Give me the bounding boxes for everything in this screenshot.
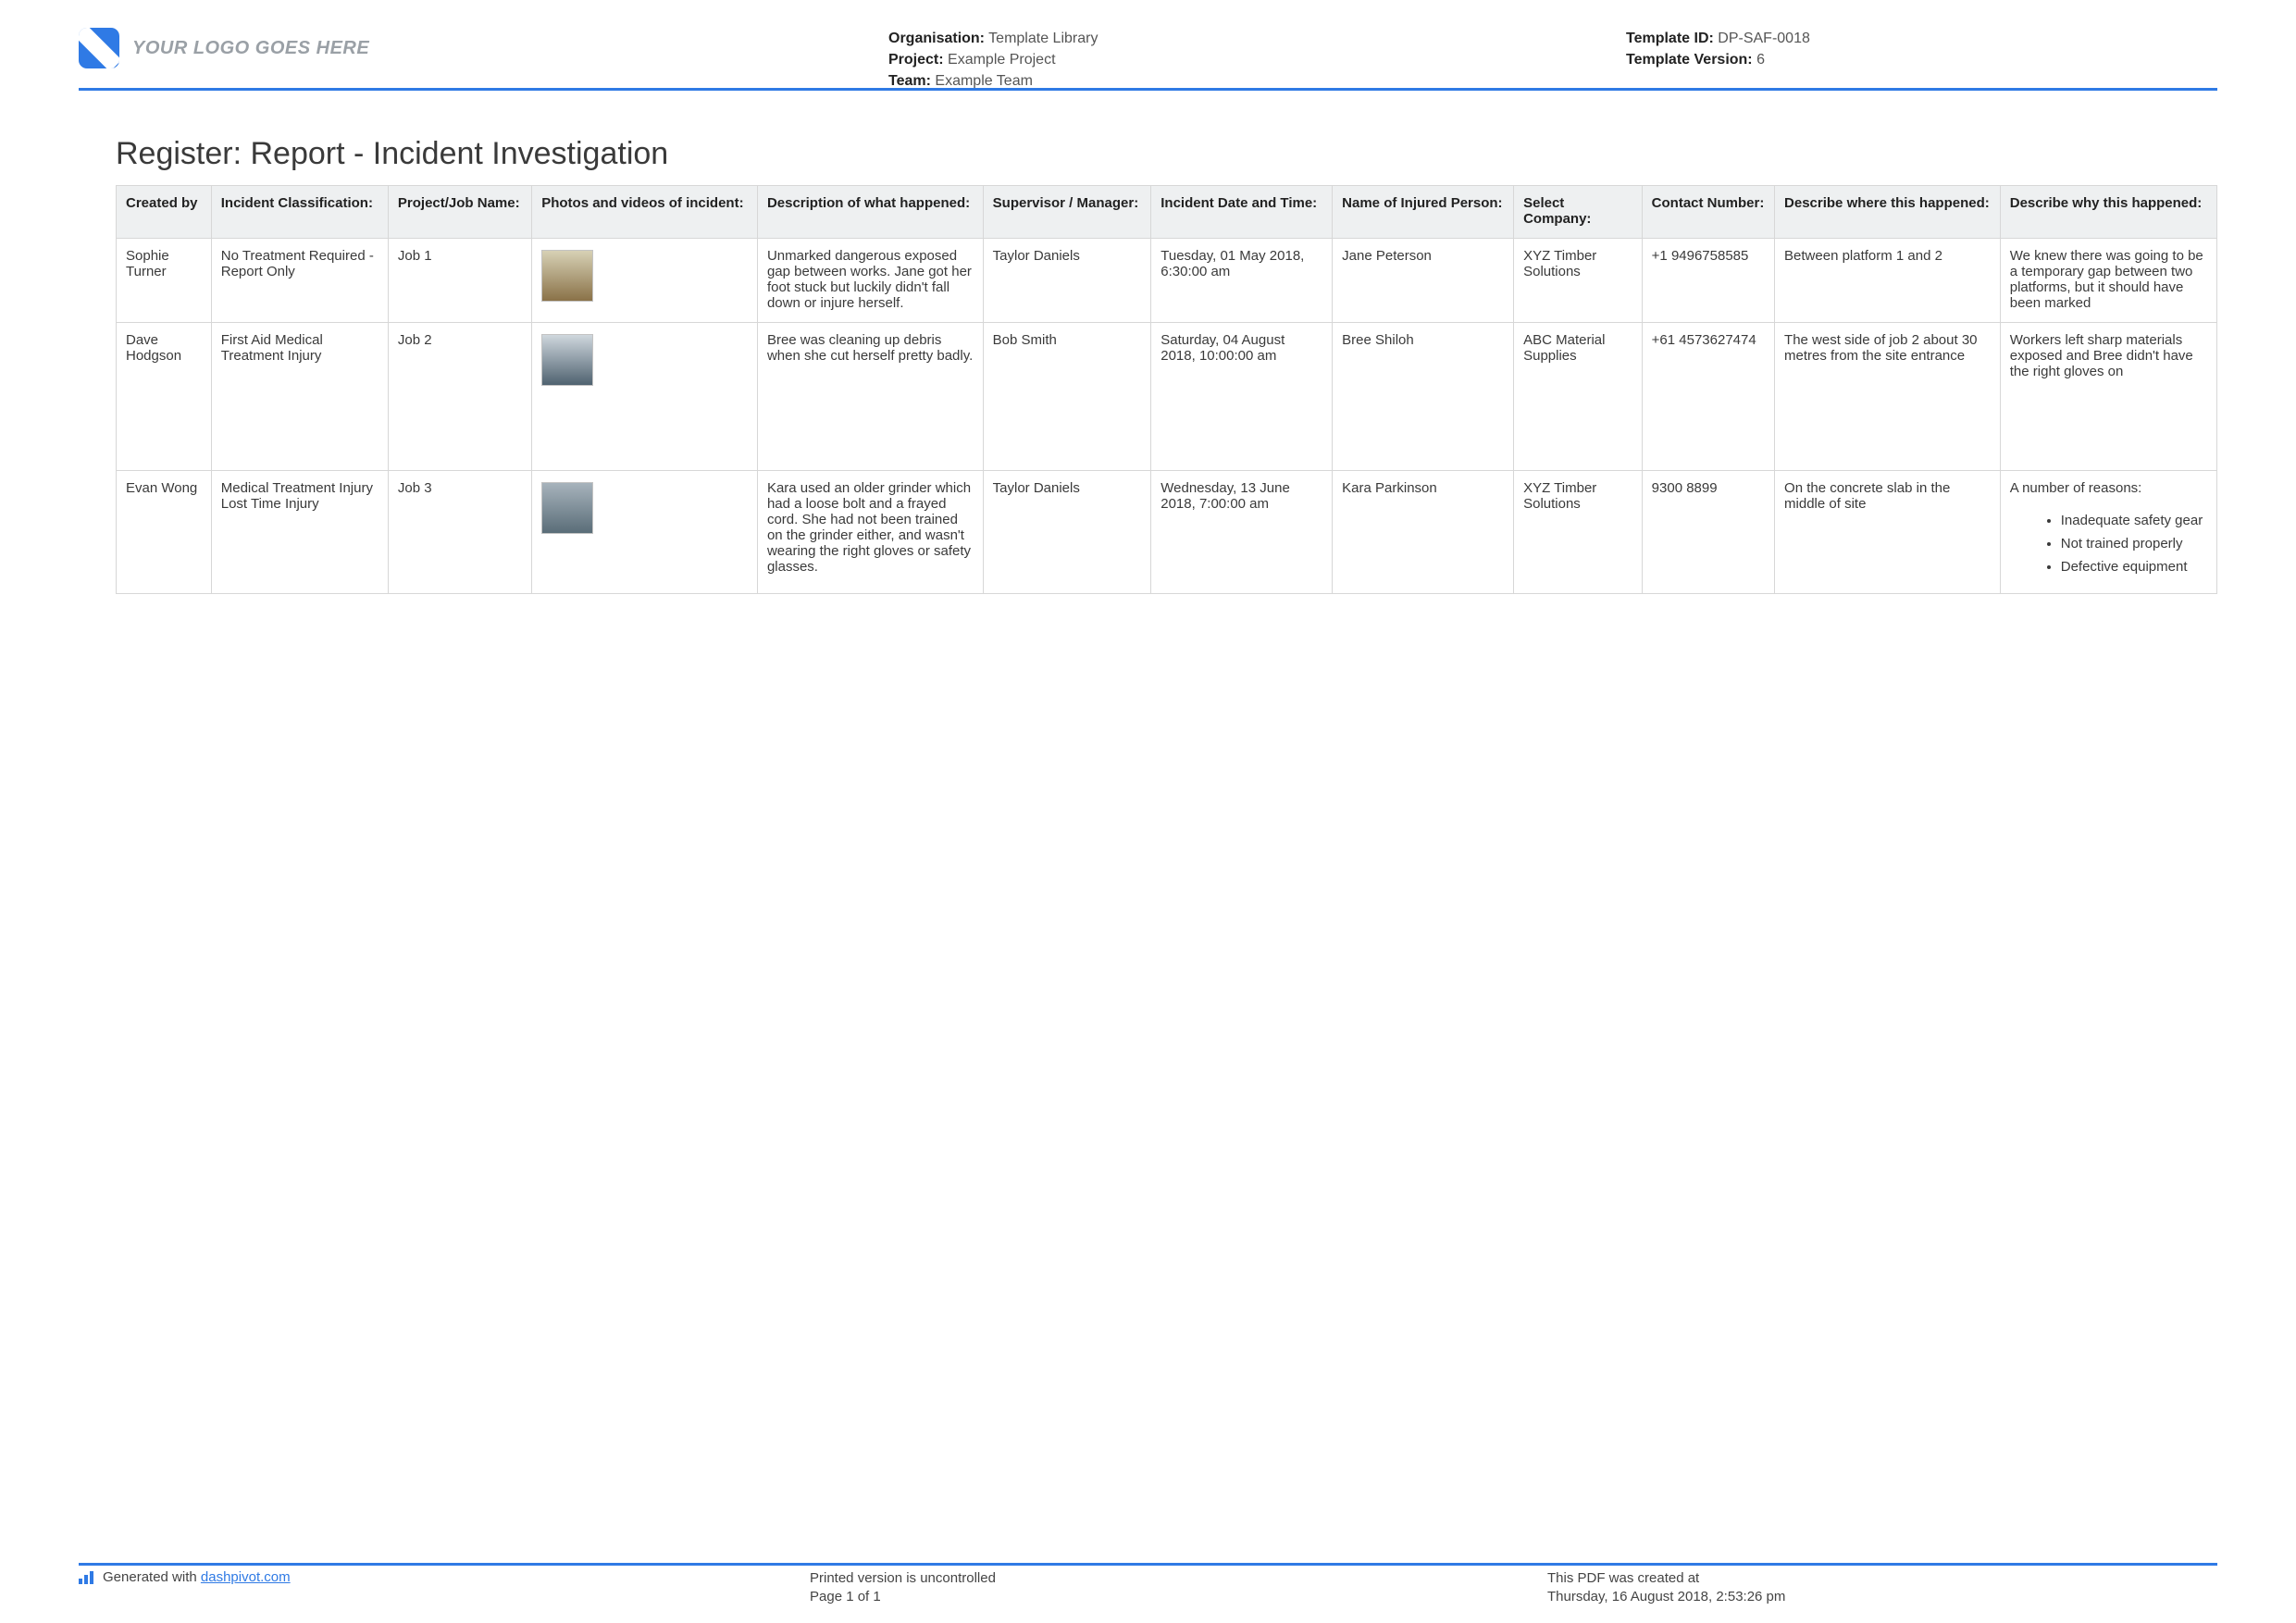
cell-datetime: Saturday, 04 August 2018, 10:00:00 am	[1151, 323, 1333, 471]
footer-rule	[79, 1563, 2217, 1566]
incident-photo-thumb	[541, 250, 593, 302]
cell-contact: +1 9496758585	[1642, 239, 1774, 323]
table-row: Sophie TurnerNo Treatment Required - Rep…	[117, 239, 2217, 323]
col-company: Select Company:	[1514, 186, 1643, 239]
cell-supervisor: Taylor Daniels	[983, 471, 1151, 594]
project-value: Example Project	[948, 52, 1056, 68]
cell-where: On the concrete slab in the middle of si…	[1775, 471, 2001, 594]
register-table-wrap: Created by Incident Classification: Proj…	[116, 185, 2217, 594]
cell-photos	[532, 323, 758, 471]
generated-prefix: Generated with	[103, 1569, 201, 1585]
page-number: Page 1 of 1	[810, 1588, 996, 1606]
why-list-item: Inadequate safety gear	[2061, 513, 2207, 528]
org-value: Template Library	[988, 31, 1098, 46]
why-list: Inadequate safety gear Not trained proper…	[2061, 513, 2207, 575]
register-table: Created by Incident Classification: Proj…	[116, 185, 2217, 594]
col-injured: Name of Injured Person:	[1333, 186, 1514, 239]
col-created-by: Created by	[117, 186, 212, 239]
cell-why: A number of reasons: Inadequate safety ge…	[2000, 471, 2216, 594]
col-contact: Contact Number:	[1642, 186, 1774, 239]
col-supervisor: Supervisor / Manager:	[983, 186, 1151, 239]
cell-job: Job 2	[388, 323, 531, 471]
why-text: Workers left sharp materials exposed and…	[2010, 332, 2207, 379]
uncontrolled-text: Printed version is uncontrolled	[810, 1569, 996, 1588]
cell-photos	[532, 239, 758, 323]
cell-injured: Kara Parkinson	[1333, 471, 1514, 594]
cell-description: Bree was cleaning up debris when she cut…	[757, 323, 983, 471]
header-rule	[79, 88, 2217, 91]
cell-classification: Medical Treatment Injury Lost Time Injur…	[211, 471, 388, 594]
col-datetime: Incident Date and Time:	[1151, 186, 1333, 239]
cell-company: XYZ Timber Solutions	[1514, 239, 1643, 323]
page-title: Register: Report - Incident Investigatio…	[116, 136, 668, 172]
incident-photo-thumb	[541, 482, 593, 534]
cell-company: XYZ Timber Solutions	[1514, 471, 1643, 594]
cell-created-by: Evan Wong	[117, 471, 212, 594]
cell-job: Job 1	[388, 239, 531, 323]
footer-left: Generated with dashpivot.com	[79, 1569, 291, 1585]
header-meta-right: Template ID: DP-SAF-0018 Template Versio…	[1626, 28, 1810, 70]
cell-description: Unmarked dangerous exposed gap between w…	[757, 239, 983, 323]
cell-datetime: Wednesday, 13 June 2018, 7:00:00 am	[1151, 471, 1333, 594]
cell-why: We knew there was going to be a temporar…	[2000, 239, 2216, 323]
created-label: This PDF was created at	[1547, 1569, 1785, 1588]
footer-right: This PDF was created at Thursday, 16 Aug…	[1547, 1569, 1785, 1607]
cell-created-by: Sophie Turner	[117, 239, 212, 323]
template-ver-value: 6	[1756, 52, 1765, 68]
generated-link[interactable]: dashpivot.com	[201, 1569, 291, 1585]
why-text: A number of reasons:	[2010, 480, 2207, 496]
team-label: Team:	[888, 73, 931, 89]
why-list-item: Not trained properly	[2061, 536, 2207, 551]
col-description: Description of what happened:	[757, 186, 983, 239]
col-why: Describe why this happened:	[2000, 186, 2216, 239]
cell-injured: Jane Peterson	[1333, 239, 1514, 323]
cell-datetime: Tuesday, 01 May 2018, 6:30:00 am	[1151, 239, 1333, 323]
cell-where: The west side of job 2 about 30 metres f…	[1775, 323, 2001, 471]
col-job: Project/Job Name:	[388, 186, 531, 239]
why-list-item: Defective equipment	[2061, 559, 2207, 575]
cell-classification: First Aid Medical Treatment Injury	[211, 323, 388, 471]
page-footer: Generated with dashpivot.com Printed ver…	[79, 1569, 2217, 1604]
cell-job: Job 3	[388, 471, 531, 594]
team-value: Example Team	[935, 73, 1033, 89]
cell-company: ABC Material Supplies	[1514, 323, 1643, 471]
table-header-row: Created by Incident Classification: Proj…	[117, 186, 2217, 239]
table-row: Dave HodgsonFirst Aid Medical Treatment …	[117, 323, 2217, 471]
cell-photos	[532, 471, 758, 594]
cell-classification: No Treatment Required - Report Only	[211, 239, 388, 323]
project-label: Project:	[888, 52, 944, 68]
cell-injured: Bree Shiloh	[1333, 323, 1514, 471]
cell-contact: +61 4573627474	[1642, 323, 1774, 471]
incident-photo-thumb	[541, 334, 593, 386]
why-text: We knew there was going to be a temporar…	[2010, 248, 2207, 311]
col-photos: Photos and videos of incident:	[532, 186, 758, 239]
logo-text: YOUR LOGO GOES HERE	[132, 38, 369, 59]
template-id-value: DP-SAF-0018	[1718, 31, 1810, 46]
cell-contact: 9300 8899	[1642, 471, 1774, 594]
cell-why: Workers left sharp materials exposed and…	[2000, 323, 2216, 471]
header-meta-center: Organisation: Template Library Project: …	[888, 28, 1098, 93]
page-header: YOUR LOGO GOES HERE Organisation: Templa…	[79, 28, 2217, 83]
col-classification: Incident Classification:	[211, 186, 388, 239]
footer-center: Printed version is uncontrolled Page 1 o…	[810, 1569, 996, 1607]
template-ver-label: Template Version:	[1626, 52, 1753, 68]
cell-supervisor: Taylor Daniels	[983, 239, 1151, 323]
bars-icon	[79, 1569, 95, 1584]
logo-block: YOUR LOGO GOES HERE	[79, 28, 369, 68]
cell-created-by: Dave Hodgson	[117, 323, 212, 471]
created-value: Thursday, 16 August 2018, 2:53:26 pm	[1547, 1588, 1785, 1606]
logo-icon	[79, 28, 119, 68]
cell-where: Between platform 1 and 2	[1775, 239, 2001, 323]
template-id-label: Template ID:	[1626, 31, 1714, 46]
org-label: Organisation:	[888, 31, 985, 46]
cell-supervisor: Bob Smith	[983, 323, 1151, 471]
col-where: Describe where this happened:	[1775, 186, 2001, 239]
cell-description: Kara used an older grinder which had a l…	[757, 471, 983, 594]
table-row: Evan WongMedical Treatment Injury Lost T…	[117, 471, 2217, 594]
